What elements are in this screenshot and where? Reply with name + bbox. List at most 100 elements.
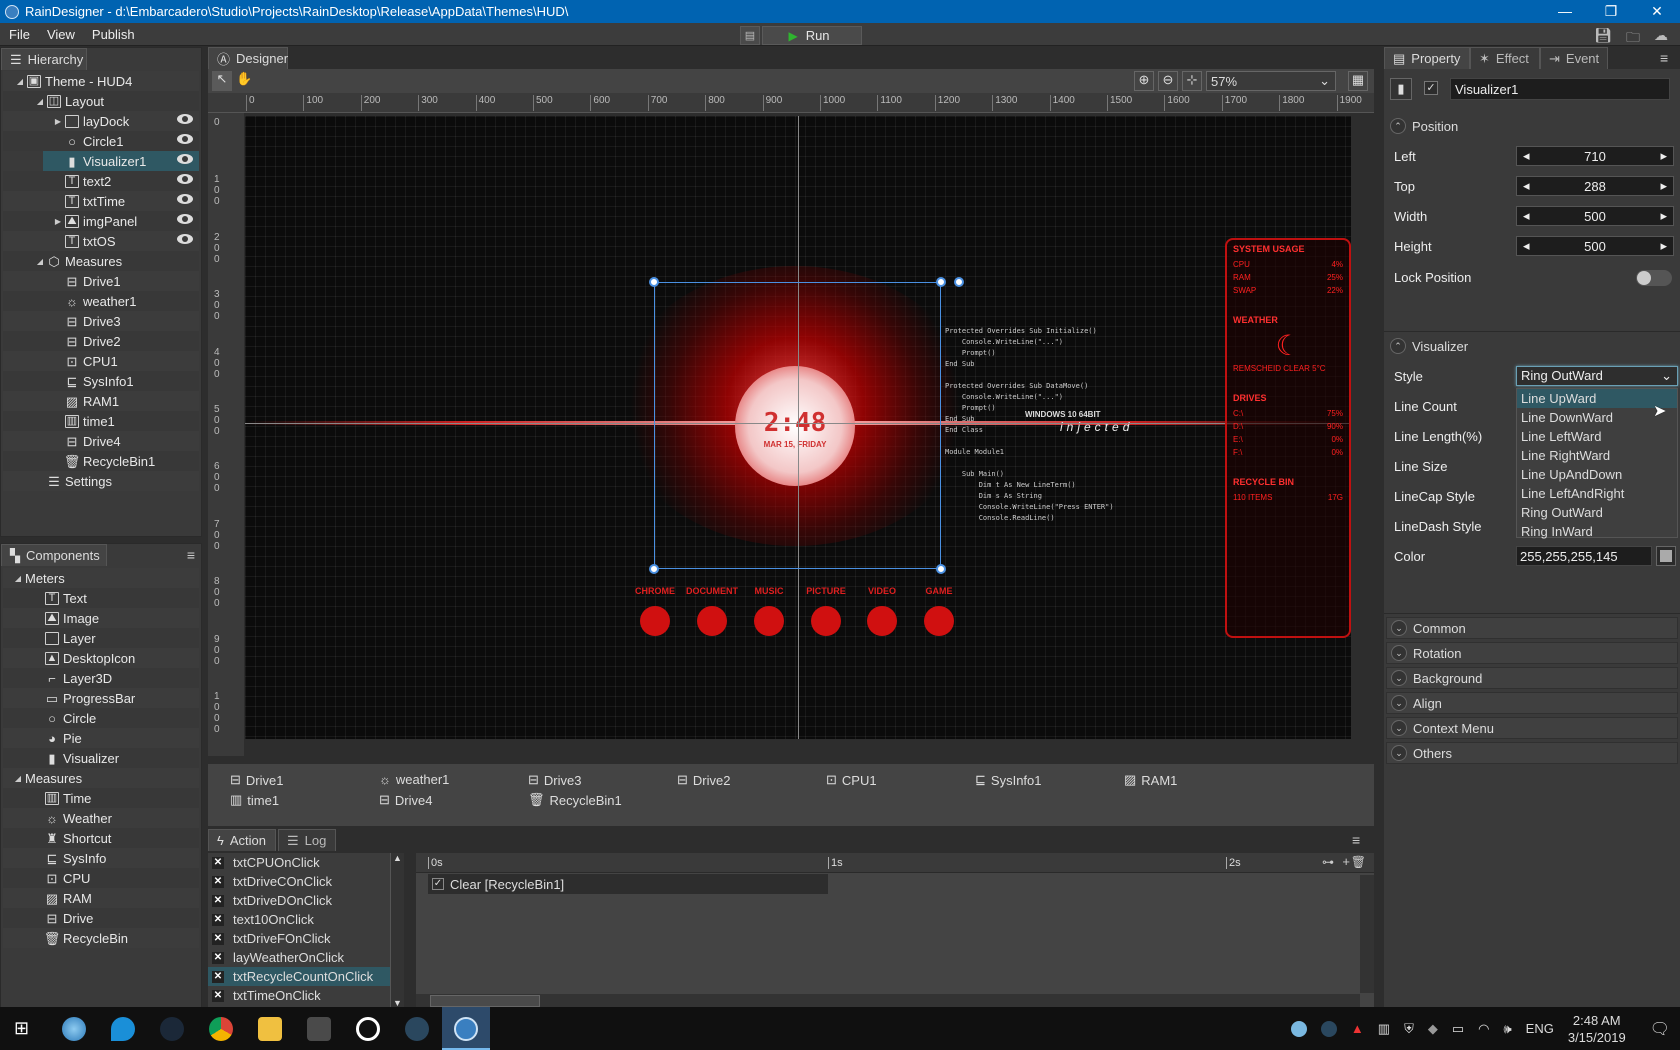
component-item[interactable]: 🗑︎ RecycleBin xyxy=(3,928,199,948)
rotate-handle[interactable] xyxy=(954,277,964,287)
tree-item[interactable]: T txtTime xyxy=(3,191,199,211)
tab-log[interactable]: ☰ Log xyxy=(278,829,336,851)
component-item[interactable]: T Text xyxy=(3,588,199,608)
increment-icon[interactable]: ▸ xyxy=(1660,148,1667,164)
group-measures[interactable]: ◢ Measures xyxy=(3,768,199,788)
app-ring-icon[interactable] xyxy=(356,1017,380,1041)
tree-item[interactable]: 🗑︎ RecycleBin1 xyxy=(3,451,199,471)
wifi-icon[interactable]: ◠ xyxy=(1478,1021,1489,1037)
element-name-input[interactable]: Visualizer1 xyxy=(1450,78,1670,100)
tab-hierarchy[interactable]: ☰ Hierarchy xyxy=(1,48,87,70)
tree-item[interactable]: ⊟ Drive2 xyxy=(3,331,199,351)
tree-settings[interactable]: ☰ Settings xyxy=(3,471,199,491)
section-visualizer[interactable]: ⌃ Visualizer xyxy=(1386,333,1678,359)
increment-icon[interactable]: ▸ xyxy=(1660,238,1667,254)
increment-icon[interactable]: ▸ xyxy=(1660,208,1667,224)
sublime-icon[interactable] xyxy=(307,1017,331,1041)
visibility-eye-icon[interactable] xyxy=(177,174,193,184)
resize-handle[interactable] xyxy=(936,564,946,574)
notifications-icon[interactable]: 🗨︎ xyxy=(1650,1019,1670,1039)
top-spinner[interactable]: ◂ 288 ▸ xyxy=(1516,176,1674,196)
timeline-v-scrollbar[interactable] xyxy=(1360,875,1374,993)
component-item[interactable]: ▥ Time xyxy=(3,788,199,808)
raindrop-icon[interactable] xyxy=(111,1017,135,1041)
increment-icon[interactable]: ▸ xyxy=(1660,178,1667,194)
zoom-out-icon[interactable]: ⊖ xyxy=(1158,71,1178,91)
panel-menu-icon[interactable]: ≡ xyxy=(187,547,195,563)
tree-item[interactable]: ☼ weather1 xyxy=(3,291,199,311)
measure-item[interactable]: ⊑ SysInfo1 xyxy=(975,772,1042,788)
section-position[interactable]: ⌃ Position xyxy=(1386,113,1678,139)
component-item[interactable]: ⛰ Image xyxy=(3,608,199,628)
link-icon[interactable]: ⊶ xyxy=(1322,855,1334,869)
app-tray-icon[interactable]: ▥ xyxy=(1378,1021,1390,1037)
visibility-eye-icon[interactable] xyxy=(177,234,193,244)
active-app-highlight[interactable] xyxy=(442,1007,490,1050)
rainmeter-icon[interactable] xyxy=(62,1017,86,1041)
resize-handle[interactable] xyxy=(936,277,946,287)
steam-alt-icon[interactable] xyxy=(405,1017,429,1041)
launcher-video[interactable]: VIDEO xyxy=(852,586,912,636)
component-item[interactable]: ♜ Shortcut xyxy=(3,828,199,848)
hand-tool-icon[interactable]: ✋ xyxy=(236,71,252,87)
clock[interactable]: 2:48 AM 3/15/2019 xyxy=(1568,1012,1626,1046)
measure-item[interactable]: ⊟ Drive4 xyxy=(379,792,432,808)
component-item[interactable]: ◕ Pie xyxy=(3,728,199,748)
expand-arrow-icon[interactable]: ◢ xyxy=(33,257,47,266)
component-item[interactable]: ⊑ SysInfo xyxy=(3,848,199,868)
action-toggle-checkbox[interactable]: ✕ xyxy=(212,989,224,1002)
measure-item[interactable]: ☼ weather1 xyxy=(379,772,449,787)
expand-arrow-icon[interactable]: ▶ xyxy=(51,217,65,226)
tree-measures[interactable]: ◢ ⬡ Measures xyxy=(3,251,199,271)
visibility-eye-icon[interactable] xyxy=(177,154,193,164)
action-toggle-checkbox[interactable]: ✕ xyxy=(212,932,224,945)
tree-item[interactable]: ○ Circle1 xyxy=(3,131,199,151)
network-monitor-icon[interactable]: ▲ xyxy=(1351,1021,1364,1036)
tree-item[interactable]: ▨ RAM1 xyxy=(3,391,199,411)
expand-arrow-icon[interactable]: ◢ xyxy=(11,574,25,583)
action-toggle-checkbox[interactable]: ✕ xyxy=(212,970,224,983)
preview-button[interactable]: ▤ xyxy=(740,26,760,45)
battery-icon[interactable]: ▭ xyxy=(1452,1021,1464,1037)
menu-file[interactable]: File xyxy=(0,27,38,42)
timeline-action-bar[interactable]: ✓ Clear [RecycleBin1] xyxy=(428,874,828,894)
tree-item[interactable]: ⊑ SysInfo1 xyxy=(3,371,199,391)
tree-item[interactable]: ⊟ Drive4 xyxy=(3,431,199,451)
style-option[interactable]: Line RightWard xyxy=(1517,446,1677,465)
close-button[interactable]: ✕ xyxy=(1634,0,1680,23)
visibility-eye-icon[interactable] xyxy=(177,134,193,144)
left-spinner[interactable]: ◂ 710 ▸ xyxy=(1516,146,1674,166)
tree-item[interactable]: ⊟ Drive1 xyxy=(3,271,199,291)
measure-item[interactable]: ▥ time1 xyxy=(230,792,279,808)
width-spinner[interactable]: ◂ 500 ▸ xyxy=(1516,206,1674,226)
upload-cloud-icon[interactable]: ☁ xyxy=(1654,27,1668,51)
action-item[interactable]: ✕ txtCPUOnClick xyxy=(208,853,404,872)
selection-box[interactable] xyxy=(654,282,941,569)
decrement-icon[interactable]: ◂ xyxy=(1523,208,1530,224)
action-item[interactable]: ✕ txtDriveDOnClick xyxy=(208,891,404,910)
tab-designer[interactable]: Ⓐ Designer xyxy=(208,47,288,69)
visibility-eye-icon[interactable] xyxy=(177,114,193,124)
measure-item[interactable]: ▨ RAM1 xyxy=(1124,772,1177,788)
style-option[interactable]: Line UpAndDown xyxy=(1517,465,1677,484)
section-background[interactable]: ⌄ Background xyxy=(1386,667,1678,689)
component-item[interactable]: ○ Circle xyxy=(3,708,199,728)
run-button[interactable]: ▶ Run xyxy=(762,26,862,45)
scroll-up-icon[interactable]: ▲ xyxy=(393,853,402,863)
menu-view[interactable]: View xyxy=(38,27,83,42)
tree-layout[interactable]: ◢ ◫ Layout xyxy=(3,91,199,111)
steam-icon[interactable] xyxy=(160,1017,184,1041)
chrome-icon[interactable] xyxy=(209,1017,233,1041)
component-item[interactable]: ⌐ Layer3D xyxy=(3,668,199,688)
property-menu-icon[interactable]: ≡ xyxy=(1660,50,1668,66)
open-folder-icon[interactable]: 🗀 xyxy=(1626,27,1640,51)
section-rotation[interactable]: ⌄ Rotation xyxy=(1386,642,1678,664)
color-swatch[interactable] xyxy=(1656,546,1676,566)
steam-tray-icon[interactable] xyxy=(1320,1020,1337,1037)
tree-item[interactable]: ▶ layDock xyxy=(3,111,199,131)
visibility-eye-icon[interactable] xyxy=(177,194,193,204)
action-checkbox[interactable]: ✓ xyxy=(432,878,444,890)
tree-item-selected[interactable]: ▮ Visualizer1 xyxy=(43,151,199,171)
action-toggle-checkbox[interactable]: ✕ xyxy=(212,856,224,869)
resize-handle[interactable] xyxy=(649,564,659,574)
